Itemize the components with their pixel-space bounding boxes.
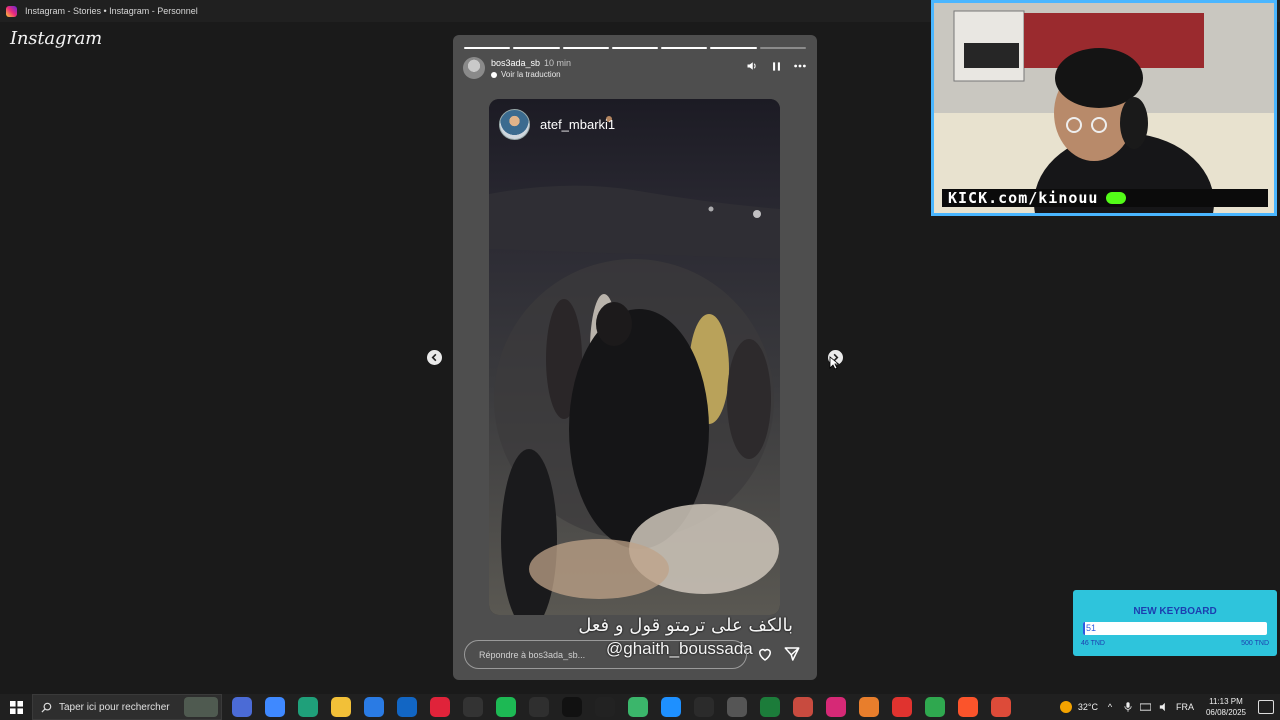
story-progress-bar <box>464 47 806 49</box>
chevron-up-icon[interactable]: ^ <box>1104 701 1116 713</box>
webcam-feed <box>934 3 1274 213</box>
copilot-icon[interactable] <box>232 697 252 717</box>
notification-icon[interactable] <box>1258 700 1274 714</box>
goal-current-value: 51 <box>1086 623 1097 633</box>
system-tray: 32°C ^ FRA 11:13 PM 06/08/2025 <box>1059 696 1280 718</box>
photos-icon[interactable] <box>265 697 285 717</box>
app-icon-3[interactable] <box>628 697 648 717</box>
opera-icon[interactable] <box>430 697 450 717</box>
story-video-frame <box>489 99 780 615</box>
story-caption: بالكف على ترمتو قول و فعل <box>578 615 793 636</box>
shared-post-username[interactable]: atef_mbarki1 <box>540 117 615 132</box>
weather-icon[interactable] <box>1059 701 1072 713</box>
language-indicator[interactable]: FRA <box>1176 702 1194 712</box>
edge-icon[interactable] <box>298 697 318 717</box>
shared-post-avatar[interactable] <box>499 109 530 140</box>
outlook-icon[interactable] <box>397 697 417 717</box>
clock-time: 11:13 PM <box>1209 697 1243 706</box>
obs-icon[interactable] <box>694 697 714 717</box>
taskbar-apps <box>232 697 1011 717</box>
store-icon[interactable] <box>364 697 384 717</box>
story-controls <box>745 59 807 73</box>
speaker-icon[interactable] <box>1158 701 1170 713</box>
previous-story-button[interactable] <box>427 350 442 365</box>
webcam-overlay: KICK.com/kinouu <box>931 0 1277 216</box>
story-progress-segment <box>759 47 806 49</box>
kick-banner-text: KICK.com/kinouu <box>948 189 1099 207</box>
chevron-left-icon <box>431 353 437 362</box>
donation-goal-widget: NEW KEYBOARD 51 46 TND 500 TND <box>1073 590 1277 656</box>
tiktok-icon[interactable] <box>562 697 582 717</box>
pause-icon[interactable] <box>769 59 783 73</box>
reply-input[interactable]: Répondre à bos3ada_sb... <box>464 640 747 669</box>
clock[interactable]: 11:13 PM 06/08/2025 <box>1206 696 1246 718</box>
goal-progress-fill <box>1083 622 1085 635</box>
shared-post-header[interactable]: atef_mbarki1 <box>499 109 615 140</box>
goal-max-label: 500 TND <box>1241 640 1269 647</box>
story-header: bos3ada_sb 10 min Voir la traduction <box>463 57 807 81</box>
search-icon <box>41 702 52 713</box>
search-highlight-icon <box>184 697 218 717</box>
translate-dot-icon <box>491 71 497 78</box>
clock-date: 06/08/2025 <box>1205 708 1246 717</box>
story-progress-segment <box>513 47 560 49</box>
vscode-icon[interactable] <box>661 697 681 717</box>
kick-banner: KICK.com/kinouu <box>942 189 1268 207</box>
story-avatar[interactable] <box>463 57 485 79</box>
heart-icon[interactable] <box>756 645 774 663</box>
goal-progress-bar: 51 <box>1083 622 1267 635</box>
settings-icon[interactable] <box>727 697 747 717</box>
translate-link-label: Voir la traduction <box>501 70 561 79</box>
volume-icon[interactable] <box>745 59 759 73</box>
more-icon[interactable] <box>793 59 807 73</box>
story-progress-segment <box>611 47 659 49</box>
windows-logo-icon <box>9 700 23 714</box>
goal-title: NEW KEYBOARD <box>1133 606 1217 617</box>
shared-post-card[interactable]: atef_mbarki1 <box>489 99 780 615</box>
file-explorer-icon[interactable] <box>331 697 351 717</box>
search-placeholder: Taper ici pour rechercher <box>59 701 170 713</box>
chrome-icon[interactable] <box>991 697 1011 717</box>
send-icon[interactable] <box>783 645 801 663</box>
network-icon[interactable] <box>1140 701 1152 713</box>
taskbar-search[interactable]: Taper ici pour rechercher <box>32 694 222 720</box>
mouse-cursor-icon <box>829 356 839 370</box>
translate-link[interactable]: Voir la traduction <box>491 70 561 79</box>
capcut-icon[interactable] <box>595 697 615 717</box>
app-icon[interactable] <box>463 697 483 717</box>
app-icon-4[interactable] <box>793 697 813 717</box>
kick-logo-icon <box>1106 192 1127 204</box>
window-title: Instagram - Stories • Instagram - Person… <box>25 6 198 16</box>
temperature[interactable]: 32°C <box>1078 702 1098 712</box>
windows-taskbar: Taper ici pour rechercher 32°C ^ FRA 11:… <box>0 694 1280 720</box>
story-username[interactable]: bos3ada_sb <box>491 58 540 68</box>
story-progress-segment <box>464 47 511 49</box>
start-button[interactable] <box>0 694 32 720</box>
app-icon-7[interactable] <box>925 697 945 717</box>
story-progress-segment <box>562 47 609 49</box>
story-viewer: bos3ada_sb 10 min Voir la traduction ate… <box>453 35 817 680</box>
brave-icon[interactable] <box>958 697 978 717</box>
app-icon-5[interactable] <box>859 697 879 717</box>
microphone-icon[interactable] <box>1122 701 1134 713</box>
app-icon-2[interactable] <box>529 697 549 717</box>
app-icon-6[interactable] <box>892 697 912 717</box>
story-progress-segment <box>710 47 757 49</box>
story-progress-segment <box>661 47 708 49</box>
instagram-favicon-icon <box>6 5 17 17</box>
goal-min-label: 46 TND <box>1081 640 1105 647</box>
story-time-ago: 10 min <box>544 58 572 68</box>
instagram-logo[interactable]: Instagram <box>10 28 102 49</box>
spotify-icon[interactable] <box>496 697 516 717</box>
terminal-icon[interactable] <box>760 697 780 717</box>
instagram-icon[interactable] <box>826 697 846 717</box>
